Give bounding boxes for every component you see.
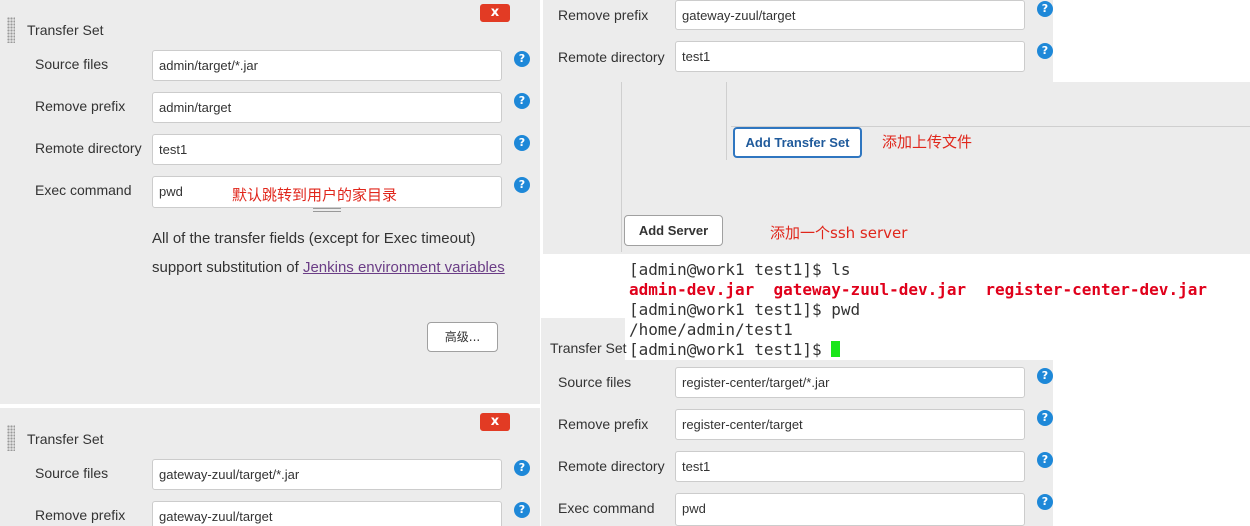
- help-icon[interactable]: ?: [1037, 410, 1053, 426]
- add-transfer-set-button[interactable]: Add Transfer Set: [733, 127, 862, 158]
- source-files-input[interactable]: admin/target/*.jar: [152, 50, 502, 81]
- remove-prefix-input[interactable]: gateway-zuul/target: [152, 501, 502, 526]
- remote-directory-input[interactable]: test1: [152, 134, 502, 165]
- help-icon[interactable]: ?: [1037, 1, 1053, 17]
- exec-command-label: Exec command: [35, 182, 132, 198]
- textarea-resize-grip[interactable]: [313, 208, 341, 212]
- remote-directory-label: Remote directory: [558, 49, 665, 65]
- help-icon[interactable]: ?: [1037, 43, 1053, 59]
- right-transfer-set: Transfer Set: [541, 318, 627, 362]
- exec-command-label: Exec command: [558, 500, 655, 516]
- source-files-label: Source files: [35, 465, 109, 481]
- remove-prefix-label: Remove prefix: [35, 507, 126, 523]
- add-server-button[interactable]: Add Server: [624, 215, 723, 246]
- drag-handle-icon[interactable]: [7, 17, 15, 43]
- help-icon[interactable]: ?: [1037, 494, 1053, 510]
- exec-command-annotation: 默认跳转到用户的家目录: [232, 186, 398, 204]
- delete-transfer-set-button[interactable]: x: [480, 413, 510, 431]
- transfer-set-title: Transfer Set: [27, 431, 104, 447]
- terminal-line: [admin@work1 test1]$ pwd: [629, 300, 861, 319]
- remove-prefix-label: Remove prefix: [35, 98, 126, 114]
- help-icon[interactable]: ?: [514, 51, 530, 67]
- source-files-label: Source files: [558, 374, 632, 390]
- left-transfer-set-2: Transfer Set x Source files gateway-zuul…: [0, 408, 540, 526]
- help-icon[interactable]: ?: [514, 177, 530, 193]
- terminal-prompt-line: [admin@work1 test1]$: [625, 340, 1250, 360]
- add-server-annotation: 添加一个ssh server: [770, 224, 908, 242]
- substitution-description: All of the transfer fields (except for E…: [152, 224, 512, 282]
- exec-command-textarea[interactable]: pwd: [675, 493, 1025, 526]
- advanced-button[interactable]: 高级...: [427, 322, 498, 352]
- terminal-prompt: [admin@work1 test1]$: [629, 340, 832, 359]
- right-top-panel: Remove prefix gateway-zuul/target ? Remo…: [543, 0, 1053, 82]
- remove-prefix-input[interactable]: admin/target: [152, 92, 502, 123]
- help-icon[interactable]: ?: [1037, 452, 1053, 468]
- divider: [726, 82, 727, 160]
- drag-handle-icon[interactable]: [7, 425, 15, 451]
- remote-directory-input[interactable]: test1: [675, 451, 1025, 482]
- remove-prefix-input[interactable]: register-center/target: [675, 409, 1025, 440]
- divider: [621, 82, 622, 252]
- right-transfer-set-fields: Source files register-center/target/*.ja…: [541, 360, 1053, 526]
- source-files-input[interactable]: register-center/target/*.jar: [675, 367, 1025, 398]
- transfer-set-title: Transfer Set: [550, 340, 627, 356]
- source-files-input[interactable]: gateway-zuul/target/*.jar: [152, 459, 502, 490]
- terminal-file-list: admin-dev.jar gateway-zuul-dev.jar regis…: [629, 280, 1207, 299]
- terminal-line: [admin@work1 test1]$ ls: [629, 260, 851, 279]
- delete-transfer-set-button[interactable]: x: [480, 4, 510, 22]
- remote-directory-label: Remote directory: [35, 140, 142, 156]
- remove-prefix-label: Remove prefix: [558, 416, 649, 432]
- help-icon[interactable]: ?: [514, 93, 530, 109]
- remove-prefix-label: Remove prefix: [558, 7, 649, 23]
- actions-panel: Add Transfer Set 添加上传文件 Add Server 添加一个s…: [543, 82, 1250, 254]
- help-icon[interactable]: ?: [514, 135, 530, 151]
- terminal-cursor: [831, 341, 841, 357]
- jenkins-env-vars-link[interactable]: Jenkins environment variables: [303, 259, 505, 276]
- remove-prefix-input[interactable]: gateway-zuul/target: [675, 0, 1025, 30]
- source-files-label: Source files: [35, 56, 109, 72]
- remote-directory-input[interactable]: test1: [675, 41, 1025, 72]
- terminal-output: [admin@work1 test1]$ ls admin-dev.jar ga…: [625, 260, 1250, 360]
- remote-directory-label: Remote directory: [558, 458, 665, 474]
- help-icon[interactable]: ?: [1037, 368, 1053, 384]
- help-icon[interactable]: ?: [514, 460, 530, 476]
- left-transfer-set-1: Transfer Set x Source files admin/target…: [0, 0, 540, 404]
- terminal-line: /home/admin/test1: [629, 320, 793, 339]
- add-transfer-set-annotation: 添加上传文件: [882, 133, 973, 151]
- help-icon[interactable]: ?: [514, 502, 530, 518]
- transfer-set-title: Transfer Set: [27, 22, 104, 38]
